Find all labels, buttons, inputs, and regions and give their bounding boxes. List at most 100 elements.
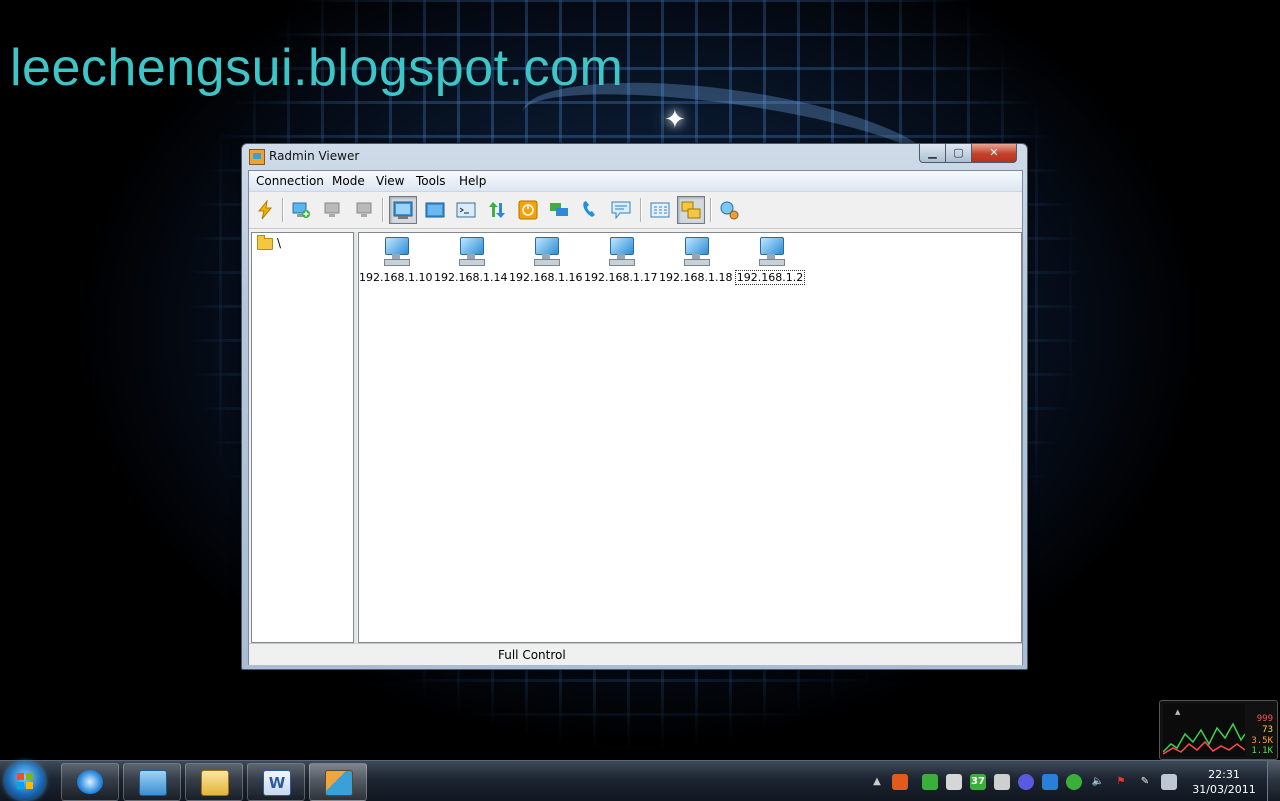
pane-splitter[interactable] (354, 232, 357, 643)
network-meter-gadget[interactable]: ▲ 999 73 3.5K 1.1K (1159, 700, 1278, 760)
host-address: 192.168.1.16 (509, 271, 583, 284)
clock-time: 22:31 (1208, 768, 1240, 781)
gadget-stat-2: 73 (1262, 725, 1273, 735)
send-message-button[interactable] (607, 196, 635, 224)
computer-icon (682, 236, 710, 266)
maximize-button[interactable]: ▢ (945, 144, 972, 163)
computer-icon (382, 236, 410, 266)
tray-app-icon-5[interactable] (1018, 774, 1034, 790)
view-only-mode-button[interactable] (421, 196, 449, 224)
window-title: Radmin Viewer (269, 149, 360, 163)
host-address: 192.168.1.18 (659, 271, 733, 284)
delete-connection-button[interactable] (319, 196, 347, 224)
taskbar-internet-explorer[interactable] (61, 763, 119, 801)
large-icons-view-icon (681, 200, 701, 220)
menu-connection[interactable]: Connection (256, 174, 324, 188)
gadget-stat-4: 1.1K (1251, 746, 1273, 756)
computer-icon (457, 236, 485, 266)
host-address: 192.168.1.14 (434, 271, 508, 284)
voice-chat-icon (580, 200, 600, 220)
disabled-computer-icon (323, 200, 343, 220)
radmin-viewer-icon (325, 770, 353, 796)
taskbar-control-panel[interactable] (123, 763, 181, 801)
chat-button[interactable] (545, 196, 573, 224)
desktop-starburst: ✦ (664, 105, 686, 135)
tray-app-icon-2[interactable] (922, 774, 938, 790)
connections-panel: 192.168.1.10 192.168.1.14 192.168.1.16 192.… (358, 232, 1022, 643)
computer-icon (532, 236, 560, 266)
address-book-tree[interactable]: \ (251, 232, 354, 643)
window-client-area: Connection Mode View Tools Help \ 192.16… (248, 170, 1023, 665)
blog-watermark: leechengsui.blogspot.com (10, 39, 624, 97)
tree-root-item[interactable]: \ (277, 236, 281, 250)
gadget-up-arrow-icon: ▲ (1175, 708, 1181, 716)
taskbar-radmin-viewer[interactable] (309, 763, 367, 801)
host-item[interactable]: 192.168.1.18 (659, 236, 733, 288)
file-transfer-icon (487, 200, 507, 220)
clock-date: 31/03/2011 (1192, 783, 1256, 796)
lightning-icon (255, 199, 275, 220)
disabled-computer-icon (354, 200, 374, 220)
show-hidden-icons-icon[interactable]: ▲ (869, 774, 885, 790)
start-button[interactable] (5, 762, 45, 800)
add-connection-icon (291, 200, 311, 220)
system-clock[interactable]: 22:31 31/03/2011 (1188, 767, 1260, 797)
search-computers-button[interactable] (715, 196, 743, 224)
full-control-mode-button[interactable] (389, 196, 417, 224)
toolbar (249, 192, 1022, 229)
menu-help[interactable]: Help (459, 174, 486, 188)
pen-input-icon[interactable]: ✎ (1137, 774, 1153, 790)
gadget-stat-3: 3.5K (1251, 736, 1273, 746)
menu-tools[interactable]: Tools (416, 174, 446, 188)
tray-app-icon-4[interactable] (994, 774, 1010, 790)
host-address: 192.168.1.10 (359, 271, 433, 284)
large-icons-view-button[interactable] (677, 196, 705, 224)
tray-app-icon-6[interactable] (1042, 774, 1058, 790)
list-view-button[interactable] (646, 196, 674, 224)
tray-app-icon-3[interactable] (946, 774, 962, 790)
add-connection-button[interactable] (287, 196, 315, 224)
windows-logo-icon (17, 773, 33, 789)
tray-calendar-badge[interactable]: 37 (970, 774, 986, 790)
close-button[interactable]: ✕ (971, 144, 1017, 163)
taskbar-windows-explorer[interactable] (185, 763, 243, 801)
action-center-icon[interactable]: ⚑ (1113, 774, 1129, 790)
volume-icon[interactable]: 🔈 (1090, 774, 1106, 790)
host-item[interactable]: 192.168.1.16 (509, 236, 583, 288)
tray-app-icon-7[interactable] (1066, 774, 1082, 790)
shutdown-button[interactable] (514, 196, 542, 224)
network-traffic-graph: ▲ (1163, 704, 1245, 756)
host-item[interactable]: 192.168.1.10 (359, 236, 433, 288)
telnet-mode-button[interactable] (452, 196, 480, 224)
microsoft-word-icon: W (263, 770, 291, 796)
host-item[interactable]: 192.168.1.2 (734, 236, 806, 288)
status-bar: Full Control (249, 643, 1022, 665)
search-computers-icon (719, 200, 739, 220)
computer-icon (757, 236, 785, 266)
radmin-app-icon[interactable] (249, 149, 265, 165)
voice-chat-button[interactable] (576, 196, 604, 224)
host-address: 192.168.1.17 (584, 271, 658, 284)
connect-button[interactable] (251, 196, 279, 224)
windows-explorer-icon (201, 770, 229, 796)
title-bar[interactable]: Radmin Viewer ▁ ▢ ✕ (242, 144, 1027, 170)
gadget-stat-1: 999 (1256, 714, 1273, 724)
show-desktop-button[interactable] (1267, 761, 1280, 801)
folder-icon (257, 235, 273, 250)
menu-view[interactable]: View (376, 174, 404, 188)
send-message-icon (611, 200, 631, 220)
full-control-mode-icon (393, 200, 413, 220)
view-only-mode-icon (425, 200, 445, 220)
minimize-button[interactable]: ▁ (919, 144, 946, 163)
internet-explorer-icon (77, 770, 103, 794)
taskbar-microsoft-word[interactable]: W (247, 763, 305, 801)
host-item[interactable]: 192.168.1.17 (584, 236, 658, 288)
menu-mode[interactable]: Mode (332, 174, 365, 188)
file-transfer-button[interactable] (483, 196, 511, 224)
connection-properties-button[interactable] (350, 196, 378, 224)
tray-app-icon-1[interactable] (892, 774, 908, 790)
menu-bar: Connection Mode View Tools Help (249, 171, 1022, 192)
network-icon[interactable] (1161, 774, 1177, 790)
host-item[interactable]: 192.168.1.14 (434, 236, 508, 288)
control-panel-icon (139, 770, 167, 796)
